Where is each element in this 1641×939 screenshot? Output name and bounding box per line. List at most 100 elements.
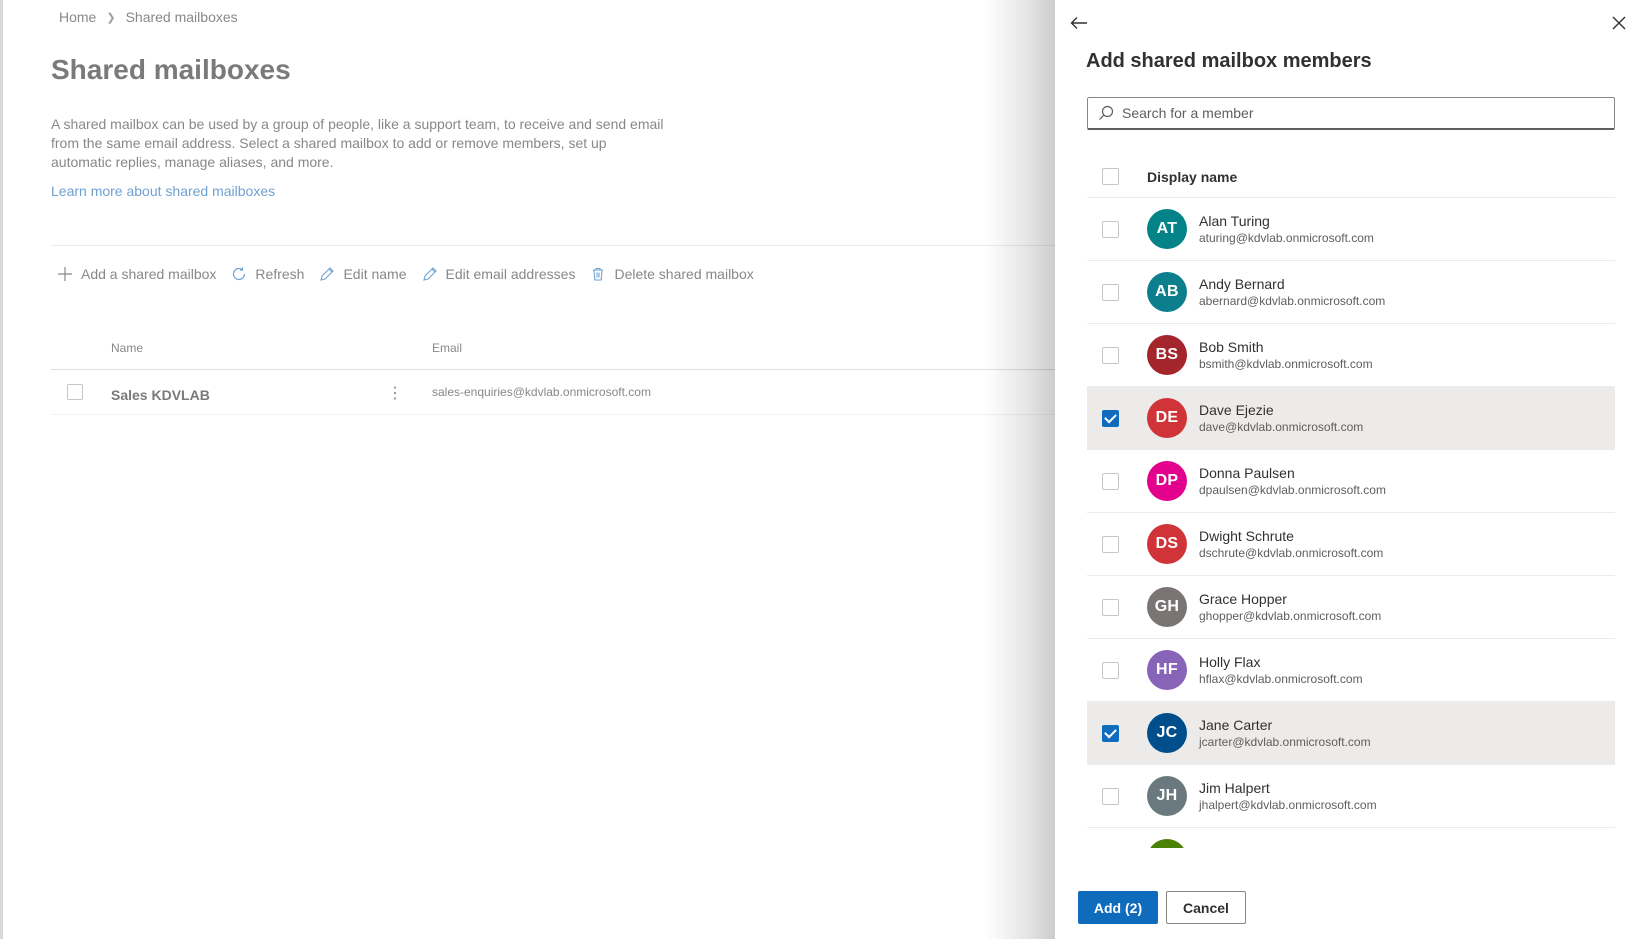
refresh-label: Refresh — [255, 266, 305, 282]
chevron-right-icon: ❯ — [106, 11, 116, 24]
divider — [51, 245, 1061, 246]
member-checkbox[interactable] — [1102, 787, 1119, 805]
refresh-icon — [233, 267, 246, 281]
divider — [51, 369, 1061, 370]
member-email: dave@kdvlab.onmicrosoft.com — [1199, 420, 1364, 434]
select-all-checkbox[interactable] — [1102, 168, 1119, 185]
more-options-icon[interactable]: ⋮ — [387, 386, 403, 402]
edit-name-button[interactable]: Edit name — [319, 266, 407, 282]
member-email: ghopper@kdvlab.onmicrosoft.com — [1199, 609, 1382, 623]
refresh-button[interactable]: Refresh — [231, 266, 304, 282]
avatar: DE — [1147, 398, 1187, 438]
avatar: DS — [1147, 524, 1187, 564]
member-name: Andy Bernard — [1199, 276, 1285, 292]
trash-icon — [593, 267, 604, 281]
member-info: Jane Carter jcarter@kdvlab.onmicrosoft.co… — [1199, 716, 1371, 750]
member-email: jhalpert@kdvlab.onmicrosoft.com — [1199, 798, 1377, 812]
member-row[interactable]: DP Donna Paulsen dpaulsen@kdvlab.onmicroso… — [1087, 450, 1615, 513]
avatar: JH — [1147, 776, 1187, 816]
close-icon[interactable] — [1606, 10, 1632, 36]
member-info: Holly Flax hflax@kdvlab.onmicrosoft.com — [1199, 653, 1363, 687]
column-header-email[interactable]: Email — [432, 341, 462, 355]
member-row[interactable]: BS Bob Smith bsmith@kdvlab.onmicrosoft.com — [1087, 324, 1615, 387]
panel-shadow — [985, 0, 1055, 939]
member-row[interactable]: KFKaren Filippelli — [1087, 828, 1615, 848]
avatar: KF — [1147, 839, 1187, 848]
avatar: AB — [1147, 272, 1187, 312]
avatar: JC — [1147, 713, 1187, 753]
member-name: Dave Ejezie — [1199, 402, 1274, 418]
edit-name-label: Edit name — [343, 266, 407, 282]
member-checkbox[interactable] — [1102, 472, 1119, 490]
breadcrumb-home[interactable]: Home — [59, 9, 96, 25]
divider — [51, 414, 1061, 415]
member-email: aturing@kdvlab.onmicrosoft.com — [1199, 231, 1374, 245]
column-header-display-name[interactable]: Display name — [1147, 169, 1237, 185]
member-row[interactable]: DS Dwight Schrute dschrute@kdvlab.onmicros… — [1087, 513, 1615, 576]
learn-more-link[interactable]: Learn more about shared mailboxes — [51, 183, 275, 199]
member-name: Alan Turing — [1199, 213, 1270, 229]
pencil-icon — [320, 267, 335, 281]
breadcrumb-current[interactable]: Shared mailboxes — [126, 9, 238, 25]
member-email: abernard@kdvlab.onmicrosoft.com — [1199, 294, 1386, 308]
page-edge — [0, 0, 3, 939]
member-row[interactable]: JH Jim Halpert jhalpert@kdvlab.onmicrosoft… — [1087, 765, 1615, 828]
member-row[interactable]: AB Andy Bernard abernard@kdvlab.onmicrosof… — [1087, 261, 1615, 324]
cancel-button[interactable]: Cancel — [1166, 891, 1246, 924]
member-checkbox[interactable] — [1102, 220, 1119, 238]
member-info: Alan Turing aturing@kdvlab.onmicrosoft.co… — [1199, 212, 1374, 246]
edit-email-addresses-label: Edit email addresses — [445, 266, 576, 282]
member-info: Dave Ejezie dave@kdvlab.onmicrosoft.com — [1199, 401, 1363, 435]
member-checkbox[interactable] — [1102, 409, 1119, 427]
member-checkbox[interactable] — [1102, 598, 1119, 616]
avatar: DP — [1147, 461, 1187, 501]
member-email: dschrute@kdvlab.onmicrosoft.com — [1199, 546, 1384, 560]
edit-email-addresses-button[interactable]: Edit email addresses — [422, 266, 576, 282]
member-info: Bob Smith bsmith@kdvlab.onmicrosoft.com — [1199, 338, 1373, 372]
arrow-left-icon[interactable] — [1066, 10, 1092, 36]
member-name: Dwight Schrute — [1199, 528, 1294, 544]
member-search-input[interactable] — [1122, 105, 1602, 121]
row-checkbox[interactable] — [67, 384, 83, 400]
add-shared-mailbox-button[interactable]: Add a shared mailbox — [57, 266, 216, 282]
member-row[interactable]: HF Holly Flax hflax@kdvlab.onmicrosoft.com — [1087, 639, 1615, 702]
delete-shared-mailbox-button[interactable]: Delete shared mailbox — [590, 266, 754, 282]
mailbox-email: sales-enquiries@kdvlab.onmicrosoft.com — [432, 385, 651, 399]
panel-title: Add shared mailbox members — [1086, 50, 1372, 72]
delete-shared-mailbox-label: Delete shared mailbox — [614, 266, 754, 282]
avatar: BS — [1147, 335, 1187, 375]
member-checkbox[interactable] — [1102, 724, 1119, 742]
list-header: Display name — [1087, 156, 1615, 198]
member-row[interactable]: AT Alan Turing aturing@kdvlab.onmicrosoft.… — [1087, 198, 1615, 261]
search-icon — [1099, 105, 1114, 120]
member-info: Jim Halpert jhalpert@kdvlab.onmicrosoft.c… — [1199, 779, 1377, 813]
pencil-icon — [422, 267, 437, 281]
member-list: AT Alan Turing aturing@kdvlab.onmicrosoft.… — [1087, 198, 1615, 848]
panel-footer: Add (2) Cancel — [1055, 848, 1641, 939]
member-checkbox[interactable] — [1102, 661, 1119, 679]
member-checkbox[interactable] — [1102, 283, 1119, 301]
page-title: Shared mailboxes — [51, 54, 291, 85]
avatar: GH — [1147, 587, 1187, 627]
mailbox-name[interactable]: Sales KDVLAB — [111, 387, 210, 403]
member-row[interactable]: DE Dave Ejezie dave@kdvlab.onmicrosoft.com — [1087, 387, 1615, 450]
member-info: Donna Paulsen dpaulsen@kdvlab.onmicrosoft… — [1199, 464, 1386, 498]
member-checkbox[interactable] — [1102, 535, 1119, 553]
column-header-name[interactable]: Name — [111, 341, 143, 355]
member-row[interactable]: GH Grace Hopper ghopper@kdvlab.onmicrosoft… — [1087, 576, 1615, 639]
member-email: bsmith@kdvlab.onmicrosoft.com — [1199, 357, 1373, 371]
command-bar: Add a shared mailbox Refresh Edit name E… — [57, 264, 769, 284]
member-email: jcarter@kdvlab.onmicrosoft.com — [1199, 735, 1371, 749]
member-email: hflax@kdvlab.onmicrosoft.com — [1199, 672, 1363, 686]
member-name: Jim Halpert — [1199, 780, 1270, 796]
add-members-panel: Add shared mailbox members Display name … — [1055, 0, 1641, 939]
add-button[interactable]: Add (2) — [1078, 891, 1158, 924]
member-name: Holly Flax — [1199, 654, 1261, 670]
member-checkbox[interactable] — [1102, 346, 1119, 364]
member-search-box[interactable] — [1087, 97, 1615, 130]
member-row[interactable]: JC Jane Carter jcarter@kdvlab.onmicrosoft.… — [1087, 702, 1615, 765]
member-info: Andy Bernard abernard@kdvlab.onmicrosoft.… — [1199, 275, 1385, 309]
avatar: AT — [1147, 209, 1187, 249]
avatar: HF — [1147, 650, 1187, 690]
add-shared-mailbox-label: Add a shared mailbox — [81, 266, 217, 282]
